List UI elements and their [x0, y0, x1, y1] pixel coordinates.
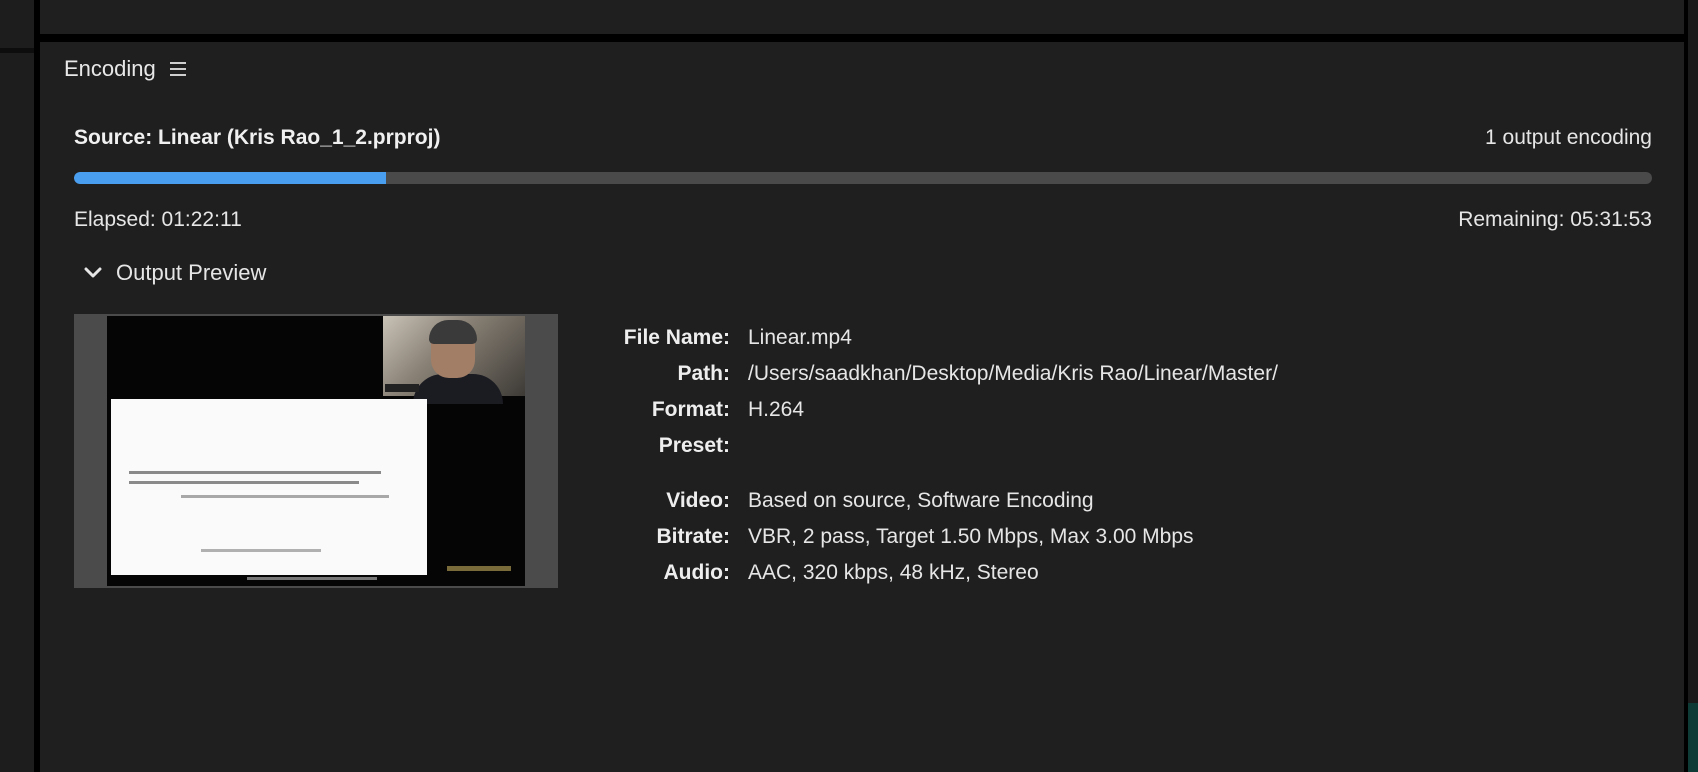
- hamburger-menu-icon[interactable]: [169, 62, 186, 76]
- path-label: Path:: [677, 362, 731, 385]
- preset-value: [748, 428, 1278, 464]
- output-preview-title: Output Preview: [116, 260, 267, 285]
- time-row: Elapsed: 01:22:11 Remaining: 05:31:53: [74, 208, 1652, 232]
- video-value: Based on source, Software Encoding: [748, 489, 1094, 512]
- slide-caption: [247, 577, 377, 580]
- preview-video-frame: [107, 316, 525, 586]
- video-label: Video:: [666, 489, 730, 512]
- right-panel-accent: [1688, 703, 1698, 772]
- details-spacer: [600, 464, 730, 483]
- file-name-value: Linear.mp4: [748, 326, 852, 349]
- panel-title: Encoding: [64, 56, 156, 81]
- chevron-down-icon[interactable]: [84, 267, 102, 279]
- format-label: Format:: [651, 398, 730, 421]
- source-label: Source: Linear (Kris Rao_1_2.prproj): [74, 126, 441, 149]
- right-panel-edge: [1688, 0, 1698, 772]
- webcam-inset: [383, 316, 525, 404]
- path-value: /Users/saadkhan/Desktop/Media/Kris Rao/L…: [748, 362, 1278, 385]
- audio-label: Audio:: [663, 561, 730, 584]
- output-preview-toggle[interactable]: Output Preview: [84, 260, 266, 286]
- format-value: H.264: [748, 398, 805, 421]
- bitrate-label: Bitrate:: [656, 525, 730, 548]
- left-panel-divider: [0, 48, 34, 53]
- panel-header: Encoding: [64, 54, 186, 84]
- slide-content: [111, 399, 427, 575]
- bitrate-value: VBR, 2 pass, Target 1.50 Mbps, Max 3.00 …: [748, 525, 1194, 548]
- output-count: 1 output encoding: [1485, 126, 1652, 149]
- preset-label: Preset:: [658, 434, 730, 457]
- logo-mark: [447, 566, 511, 571]
- output-details: File Name: Linear.mp4 Path: /Users/saadk…: [600, 320, 1278, 591]
- top-panel: [40, 0, 1684, 34]
- remaining-time: Remaining: 05:31:53: [1458, 208, 1652, 231]
- left-panel-edge: [0, 0, 34, 772]
- progress-fill: [74, 172, 387, 184]
- elapsed-time: Elapsed: 01:22:11: [74, 208, 242, 231]
- source-row: Source: Linear (Kris Rao_1_2.prproj) 1 o…: [74, 126, 1652, 150]
- audio-value: AAC, 320 kbps, 48 kHz, Stereo: [748, 561, 1039, 584]
- file-name-label: File Name:: [623, 326, 730, 349]
- preview-thumbnail: [74, 314, 558, 588]
- encoding-panel: Encoding Source: Linear (Kris Rao_1_2.pr…: [40, 42, 1684, 772]
- encoding-progress-bar: [74, 172, 1652, 184]
- details-spacer: [748, 464, 1278, 483]
